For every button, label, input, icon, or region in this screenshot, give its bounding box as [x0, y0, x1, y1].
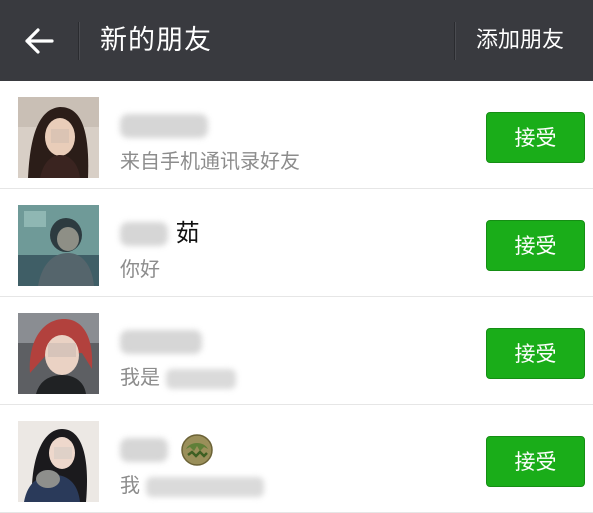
avatar — [18, 313, 99, 394]
request-subtitle: 来自手机通讯录好友 — [120, 149, 300, 173]
request-subtitle: 我 — [120, 469, 265, 501]
avatar — [18, 421, 99, 502]
accept-button[interactable]: 接受 — [486, 112, 585, 163]
friend-request-row[interactable]: 来自手机通讯录好友 接受 — [0, 81, 593, 189]
header-divider — [78, 22, 79, 60]
request-subtitle: 我是 — [120, 361, 237, 393]
request-name: 茹 — [120, 216, 200, 250]
name-redaction — [120, 222, 168, 246]
header-divider-right — [454, 22, 455, 60]
name-redaction — [120, 438, 168, 462]
subtitle-redaction — [166, 368, 237, 389]
avatar — [18, 205, 99, 286]
friend-request-row[interactable]: 我 接受 — [0, 405, 593, 513]
page-title: 新的朋友 — [100, 25, 212, 56]
request-name — [120, 324, 202, 358]
request-subtitle: 你好 — [120, 257, 160, 281]
request-name — [120, 108, 208, 142]
avatar — [18, 97, 99, 178]
name-redaction — [120, 114, 208, 138]
new-friends-list: 来自手机通讯录好友 接受 茹 你好 接受 我是 接受 我 接受 — [0, 81, 593, 513]
name-redaction — [120, 330, 202, 354]
friend-request-row[interactable]: 我是 接受 — [0, 297, 593, 405]
arrow-left-icon — [25, 28, 54, 54]
accept-button[interactable]: 接受 — [486, 436, 585, 487]
friend-request-row[interactable]: 茹 你好 接受 — [0, 189, 593, 297]
back-button[interactable] — [14, 20, 64, 62]
accept-button[interactable]: 接受 — [486, 220, 585, 271]
request-name — [120, 432, 214, 466]
top-bar: 新的朋友 添加朋友 — [0, 0, 593, 81]
add-friend-button[interactable]: 添加朋友 — [476, 22, 564, 60]
subtitle-redaction — [146, 476, 265, 497]
emoji-icon — [180, 433, 214, 467]
accept-button[interactable]: 接受 — [486, 328, 585, 379]
